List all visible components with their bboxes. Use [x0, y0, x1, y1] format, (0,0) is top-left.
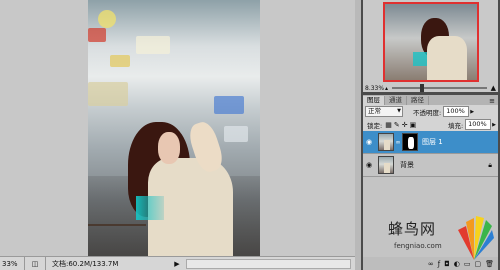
thumb-teal	[413, 52, 427, 66]
navigator-panel: 8.33% ▴ ▲	[363, 0, 498, 92]
fill-dropdown-icon[interactable]: ▶	[492, 122, 496, 128]
eye-icon[interactable]: ◉	[363, 161, 375, 169]
bokeh-light	[110, 55, 130, 67]
bokeh-light	[88, 28, 106, 42]
lock-all-icon[interactable]: ▣	[410, 121, 417, 129]
status-menu-arrow-icon[interactable]: ▶	[172, 260, 182, 268]
tab-paths[interactable]: 路径	[407, 96, 429, 105]
layer-row-layer1[interactable]: ◉ ∞ 图层 1	[363, 131, 498, 154]
layer-thumbnail[interactable]	[378, 156, 394, 174]
layer-name[interactable]: 背景	[400, 160, 414, 170]
panel-menu-icon[interactable]: ≡	[486, 97, 498, 105]
new-layer-icon[interactable]: ▢	[474, 260, 481, 268]
opacity-label: 不透明度:	[413, 108, 442, 117]
zoom-out-icon[interactable]: ▴	[385, 85, 388, 92]
adjustment-layer-icon[interactable]: ◐	[454, 260, 460, 268]
bokeh-light	[136, 36, 170, 54]
blend-mode-select[interactable]: 正常 ▼	[365, 106, 403, 117]
eye-icon[interactable]: ◉	[363, 138, 375, 146]
status-zoom[interactable]: 33%	[0, 257, 25, 270]
tab-layers[interactable]: 图层	[363, 96, 385, 105]
lock-move-icon[interactable]: ✛	[402, 121, 408, 129]
layer-row-background[interactable]: ◉ 背景 🔒︎	[363, 154, 498, 177]
woman-face	[158, 132, 180, 164]
tab-channels[interactable]: 通道	[385, 96, 407, 105]
trash-icon[interactable]: 🗑︎	[485, 260, 494, 268]
opacity-input[interactable]: 100%	[443, 106, 470, 117]
zoom-slider-knob[interactable]	[420, 84, 425, 92]
chevron-down-icon: ▼	[397, 108, 401, 114]
document-photo[interactable]	[88, 0, 260, 256]
bokeh-light	[98, 10, 116, 28]
lock-paint-icon[interactable]: ✎	[394, 121, 400, 129]
layers-panel-footer: ∞ ƒ ◘ ◐ ▭ ▢ 🗑︎	[363, 257, 498, 270]
blend-row: 正常 ▼ 不透明度: 100% ▶	[363, 105, 498, 118]
lock-row: 锁定: ▦ ✎ ✛ ▣ 填充: 100% ▶	[363, 118, 498, 131]
blend-mode-value: 正常	[368, 107, 381, 115]
right-panel-dock: 8.33% ▴ ▲ 图层 通道 路径 ≡ 正常 ▼ 不透明度: 100% ▶ 锁…	[361, 0, 500, 270]
layers-panel-tabs: 图层 通道 路径 ≡	[363, 95, 498, 105]
status-doc-info: 文档:60.2M/133.7M	[52, 259, 119, 268]
layers-panel: 图层 通道 路径 ≡ 正常 ▼ 不透明度: 100% ▶ 锁定: ▦ ✎ ✛ ▣…	[363, 95, 498, 270]
horizontal-scrollbar[interactable]	[186, 258, 351, 269]
navigator-footer: 8.33% ▴ ▲	[363, 84, 498, 92]
status-info-icon[interactable]: ◫	[25, 257, 46, 270]
thumb-body	[427, 36, 467, 80]
bokeh-light	[88, 82, 128, 106]
lock-icon: 🔒︎	[488, 160, 492, 169]
status-bar: 33% ◫ 文档:60.2M/133.7M ▶	[0, 256, 355, 270]
document-canvas-area[interactable]	[0, 0, 355, 256]
layer-mask-thumbnail[interactable]	[402, 133, 418, 151]
railing	[88, 224, 146, 256]
link-chain-icon[interactable]: ∞	[394, 139, 402, 146]
teal-light-patch	[136, 196, 164, 220]
navigator-zoom[interactable]: 8.33%	[363, 85, 385, 92]
link-layers-icon[interactable]: ∞	[428, 260, 434, 268]
layer-name[interactable]: 图层 1	[422, 137, 443, 147]
navigator-zoom-slider[interactable]	[392, 84, 487, 92]
bokeh-light	[224, 126, 248, 142]
bokeh-light	[214, 96, 244, 114]
layer-thumbnail[interactable]	[378, 133, 394, 151]
lock-label: 锁定:	[367, 121, 383, 130]
zoom-in-icon[interactable]: ▲	[491, 84, 498, 92]
fx-icon[interactable]: ƒ	[438, 260, 440, 268]
new-group-icon[interactable]: ▭	[464, 260, 471, 268]
navigator-thumbnail[interactable]	[383, 2, 479, 82]
add-mask-icon[interactable]: ◘	[444, 260, 450, 268]
fill-label: 填充:	[447, 121, 464, 130]
fill-input[interactable]: 100%	[465, 119, 492, 130]
layer-list: ◉ ∞ 图层 1 ◉ 背景 🔒︎	[363, 131, 498, 257]
lock-transparent-icon[interactable]: ▦	[385, 121, 392, 129]
opacity-dropdown-icon[interactable]: ▶	[470, 109, 474, 115]
